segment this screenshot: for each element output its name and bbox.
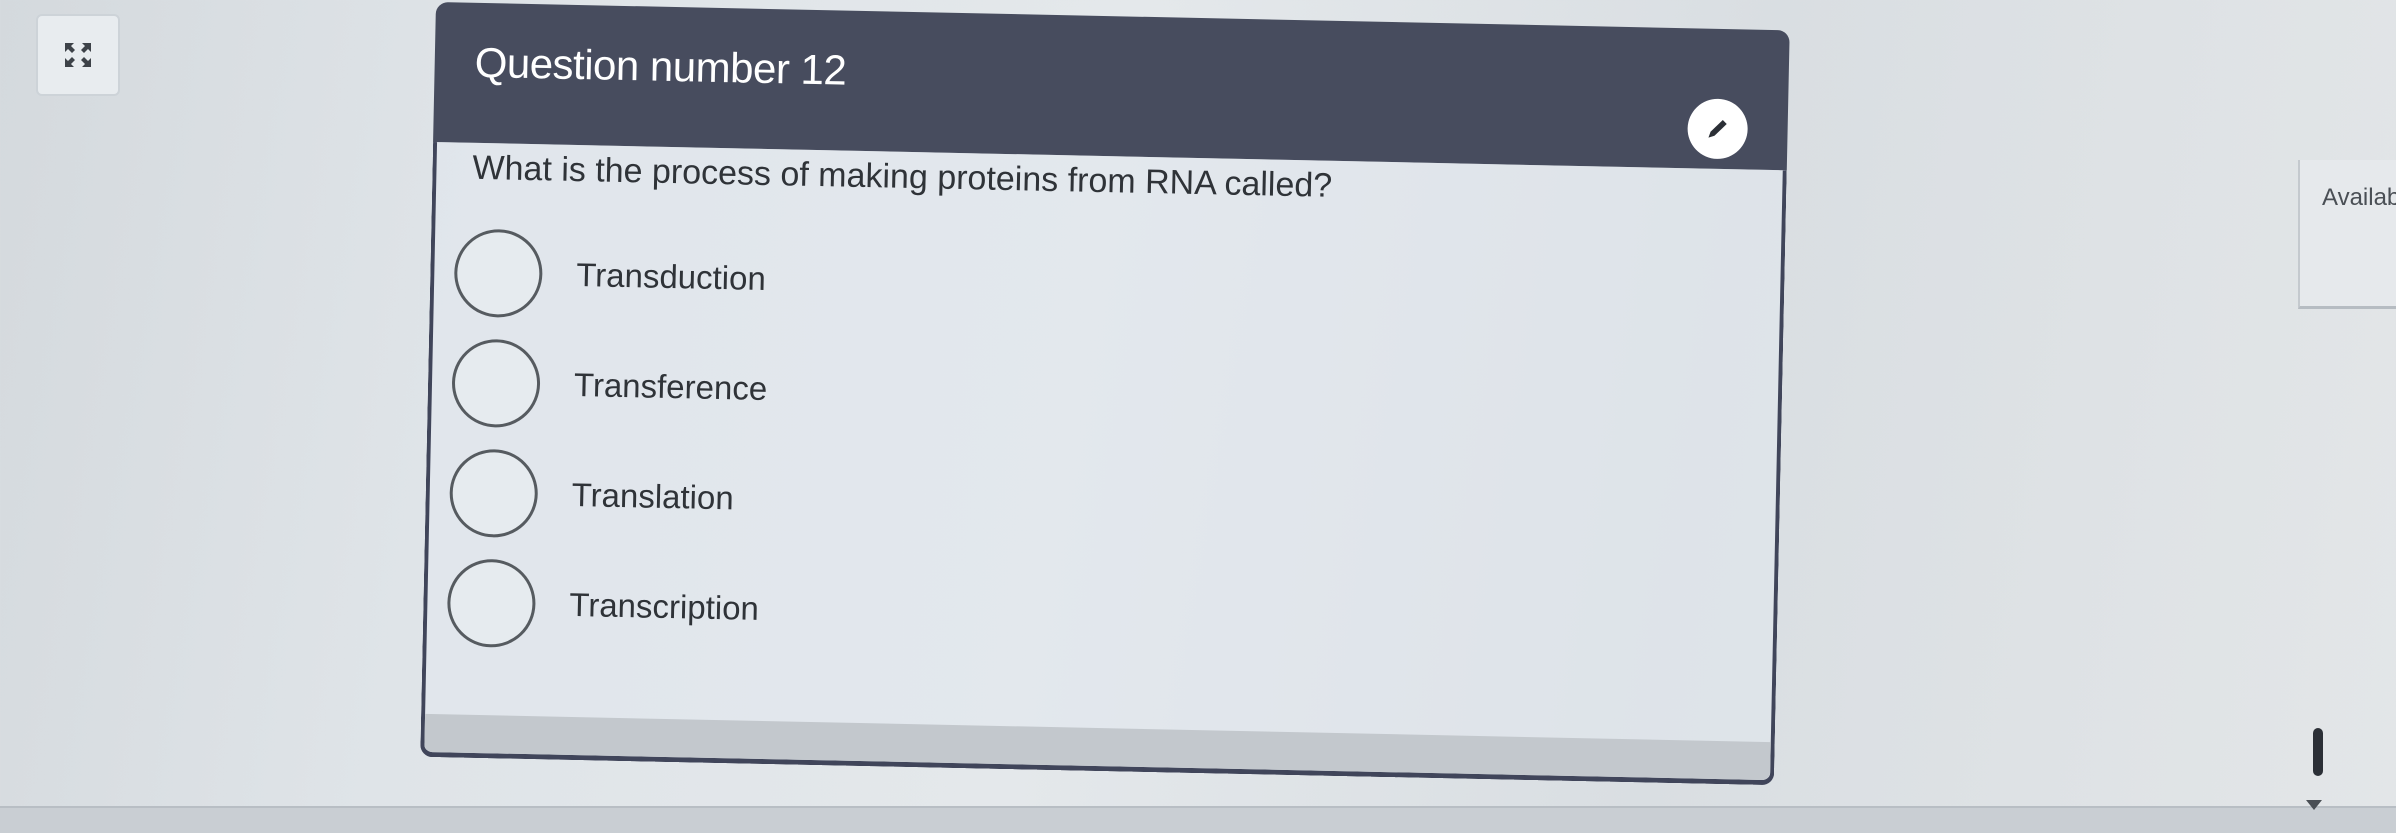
expand-icon [65, 43, 91, 67]
radio-button[interactable] [448, 448, 539, 539]
answer-option[interactable]: Translation [448, 442, 735, 548]
card-footer-bar [424, 713, 1771, 781]
expand-button[interactable] [36, 14, 120, 96]
answer-option-label: Transference [573, 365, 768, 408]
question-card: Question number 12 What is the process o… [420, 2, 1790, 795]
answer-option-label: Transcription [569, 585, 760, 627]
availability-panel[interactable]: Availab [2298, 160, 2396, 309]
page-bottom-strip [0, 806, 2396, 833]
answer-option[interactable]: Transference [451, 332, 768, 439]
question-prompt: What is the process of making proteins f… [472, 148, 1333, 205]
scroll-down-icon[interactable] [2306, 800, 2322, 810]
question-number: Question number 12 [474, 38, 847, 94]
radio-button[interactable] [451, 338, 541, 429]
radio-button[interactable] [446, 558, 537, 649]
answer-option[interactable]: Transduction [453, 222, 767, 329]
radio-button[interactable] [453, 228, 544, 319]
answer-option-label: Translation [571, 475, 735, 517]
question-body: What is the process of making proteins f… [420, 141, 1787, 786]
pencil-icon [1708, 119, 1727, 138]
answer-option[interactable]: Transcription [446, 552, 760, 659]
availability-label: Availab [2322, 184, 2396, 211]
scrollbar-thumb[interactable] [2313, 728, 2323, 776]
question-header: Question number 12 [433, 2, 1790, 171]
answer-option-label: Transduction [575, 256, 767, 297]
edit-button[interactable] [1687, 98, 1749, 160]
